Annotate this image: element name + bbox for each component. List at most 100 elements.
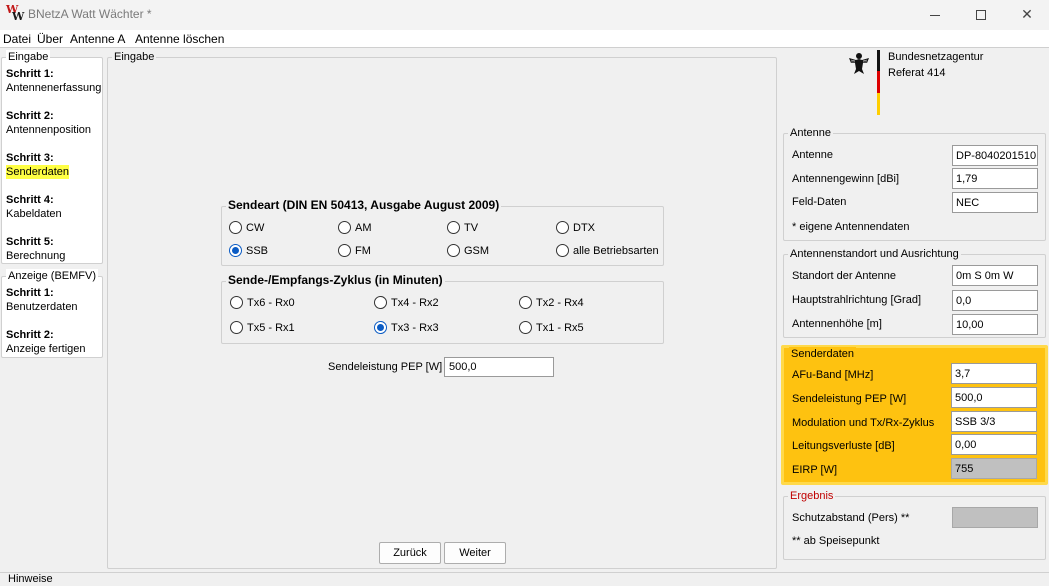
schutzabstand-field bbox=[952, 507, 1038, 528]
close-button[interactable]: ✕ bbox=[1004, 0, 1049, 30]
radio-tx2-rx4[interactable]: Tx2 - Rx4 bbox=[519, 296, 584, 309]
radio-cw-dot bbox=[229, 221, 242, 234]
radio-tx2-dot bbox=[519, 296, 532, 309]
nav-step-anzeige-fertigen[interactable]: Schritt 2: Anzeige fertigen bbox=[6, 328, 86, 356]
back-button[interactable]: Zurück bbox=[379, 542, 441, 564]
modulation-label: Modulation und Tx/Rx-Zyklus bbox=[792, 417, 935, 429]
radio-tv[interactable]: TV bbox=[447, 221, 478, 234]
logo-department: Referat 414 bbox=[888, 67, 946, 79]
senderdaten-legend: Senderdaten bbox=[789, 347, 856, 361]
afu-band-label: AFu-Band [MHz] bbox=[792, 369, 874, 381]
antennenhoehe-field: 10,00 bbox=[952, 314, 1038, 335]
maximize-icon bbox=[976, 10, 986, 20]
nav-anzeige-legend: Anzeige (BEMFV) bbox=[6, 269, 99, 283]
antennengewinn-field: 1,79 bbox=[952, 168, 1038, 189]
menu-bar: Datei Über Antenne A Antenne löschen bbox=[0, 30, 1049, 48]
nav-step-antennenerfassung[interactable]: Schritt 1: Antennenerfassung bbox=[6, 67, 101, 95]
radio-tx3-dot bbox=[374, 321, 387, 334]
radio-am[interactable]: AM bbox=[338, 221, 372, 234]
flag-stripe-gold bbox=[877, 93, 880, 115]
radio-cw[interactable]: CW bbox=[229, 221, 264, 234]
nav-step-antennenposition[interactable]: Schritt 2: Antennenposition bbox=[6, 109, 91, 137]
sendeart-legend: Sendeart (DIN EN 50413, Ausgabe August 2… bbox=[226, 198, 502, 212]
schutzabstand-label: Schutzabstand (Pers) ** bbox=[792, 512, 910, 524]
menu-datei[interactable]: Datei bbox=[3, 32, 31, 46]
sendeleistung-label: Sendeleistung PEP [W] bbox=[328, 361, 443, 373]
radio-tx1-dot bbox=[519, 321, 532, 334]
radio-fm-dot bbox=[338, 244, 351, 257]
radio-tv-dot bbox=[447, 221, 460, 234]
radio-ssb[interactable]: SSB bbox=[229, 244, 268, 257]
radio-tx4-dot bbox=[374, 296, 387, 309]
nav-step-berechnung[interactable]: Schritt 5: Berechnung bbox=[6, 235, 65, 263]
sendeleistung-input[interactable]: 500,0 bbox=[444, 357, 554, 377]
ergebnis-note: ** ab Speisepunkt bbox=[792, 535, 880, 547]
leitungsverluste-label: Leitungsverluste [dB] bbox=[792, 440, 895, 452]
eirp-field: 755 bbox=[951, 458, 1037, 479]
next-button[interactable]: Weiter bbox=[444, 542, 506, 564]
antenne-name-label: Antenne bbox=[792, 149, 833, 161]
hinweise-legend: Hinweise bbox=[6, 573, 55, 585]
hauptstrahlrichtung-label: Hauptstrahlrichtung [Grad] bbox=[792, 294, 922, 306]
hinweise-panel: Hinweise bbox=[0, 572, 1049, 586]
nav-eingabe-panel: Eingabe Schritt 1: Antennenerfassung Sch… bbox=[1, 50, 103, 264]
radio-gsm-dot bbox=[447, 244, 460, 257]
app-logo-icon: W W bbox=[6, 3, 25, 23]
antenne-name-field: DP-8040201510 bbox=[952, 145, 1038, 166]
title-bar: W W BNetzA Watt Wächter * ✕ bbox=[0, 0, 1049, 30]
antenne-note: * eigene Antennendaten bbox=[792, 221, 910, 233]
ergebnis-legend: Ergebnis bbox=[788, 489, 836, 503]
radio-tx1-rx5[interactable]: Tx1 - Rx5 bbox=[519, 321, 584, 334]
eingabe-panel-legend: Eingabe bbox=[112, 50, 157, 64]
nav-step-senderdaten[interactable]: Schritt 3: Senderdaten bbox=[6, 151, 69, 179]
zyklus-group: Sende-/Empfangs-Zyklus (in Minuten) Tx6 … bbox=[221, 273, 664, 344]
menu-antenne-loeschen[interactable]: Antenne löschen bbox=[135, 32, 224, 46]
radio-fm[interactable]: FM bbox=[338, 244, 371, 257]
radio-alle-dot bbox=[556, 244, 569, 257]
sender-sendeleistung-label: Sendeleistung PEP [W] bbox=[792, 393, 907, 405]
standort-panel: Antennenstandort und Ausrichtung Standor… bbox=[783, 247, 1046, 338]
standort-field: 0m S 0m W bbox=[952, 265, 1038, 286]
menu-ueber[interactable]: Über bbox=[37, 32, 63, 46]
modulation-field: SSB 3/3 bbox=[951, 411, 1037, 432]
radio-alle-betriebsarten[interactable]: alle Betriebsarten bbox=[556, 244, 659, 257]
zyklus-legend: Sende-/Empfangs-Zyklus (in Minuten) bbox=[226, 273, 445, 287]
radio-tx5-rx1[interactable]: Tx5 - Rx1 bbox=[230, 321, 295, 334]
radio-tx3-rx3[interactable]: Tx3 - Rx3 bbox=[374, 321, 439, 334]
nav-step-benutzerdaten[interactable]: Schritt 1: Benutzerdaten bbox=[6, 286, 78, 314]
radio-tx4-rx2[interactable]: Tx4 - Rx2 bbox=[374, 296, 439, 309]
radio-dtx[interactable]: DTX bbox=[556, 221, 595, 234]
nav-eingabe-legend: Eingabe bbox=[6, 50, 51, 64]
radio-dtx-dot bbox=[556, 221, 569, 234]
feld-daten-field: NEC bbox=[952, 192, 1038, 213]
antenne-panel: Antenne Antenne DP-8040201510 Antennenge… bbox=[783, 126, 1046, 241]
eirp-label: EIRP [W] bbox=[792, 464, 838, 476]
eingabe-panel: Eingabe Sendeart (DIN EN 50413, Ausgabe … bbox=[107, 50, 777, 569]
senderdaten-panel: Senderdaten AFu-Band [MHz] 3,7 Sendeleis… bbox=[781, 345, 1048, 485]
radio-gsm[interactable]: GSM bbox=[447, 244, 489, 257]
radio-tx6-dot bbox=[230, 296, 243, 309]
antennengewinn-label: Antennengewinn [dBi] bbox=[792, 173, 900, 185]
maximize-button[interactable] bbox=[958, 0, 1004, 30]
sendeart-group: Sendeart (DIN EN 50413, Ausgabe August 2… bbox=[221, 198, 664, 266]
antenne-legend: Antenne bbox=[788, 126, 833, 140]
afu-band-field: 3,7 bbox=[951, 363, 1037, 384]
flag-stripe-red bbox=[877, 71, 880, 93]
radio-tx5-dot bbox=[230, 321, 243, 334]
minimize-button[interactable] bbox=[912, 0, 958, 30]
sender-sendeleistung-field: 500,0 bbox=[951, 387, 1037, 408]
radio-am-dot bbox=[338, 221, 351, 234]
minimize-icon bbox=[930, 14, 940, 16]
leitungsverluste-field: 0,00 bbox=[951, 434, 1037, 455]
standort-legend: Antennenstandort und Ausrichtung bbox=[788, 247, 961, 261]
radio-tx6-rx0[interactable]: Tx6 - Rx0 bbox=[230, 296, 295, 309]
menu-antenne-a[interactable]: Antenne A bbox=[70, 32, 125, 46]
close-icon: ✕ bbox=[1021, 7, 1033, 23]
nav-anzeige-panel: Anzeige (BEMFV) Schritt 1: Benutzerdaten… bbox=[1, 269, 103, 358]
federal-eagle-icon bbox=[849, 53, 869, 74]
nav-step-kabeldaten[interactable]: Schritt 4: Kabeldaten bbox=[6, 193, 62, 221]
logo-org-name: Bundesnetzagentur bbox=[888, 51, 984, 63]
window-title: BNetzA Watt Wächter * bbox=[28, 7, 152, 21]
antennenhoehe-label: Antennenhöhe [m] bbox=[792, 318, 882, 330]
flag-stripe-black bbox=[877, 50, 880, 71]
